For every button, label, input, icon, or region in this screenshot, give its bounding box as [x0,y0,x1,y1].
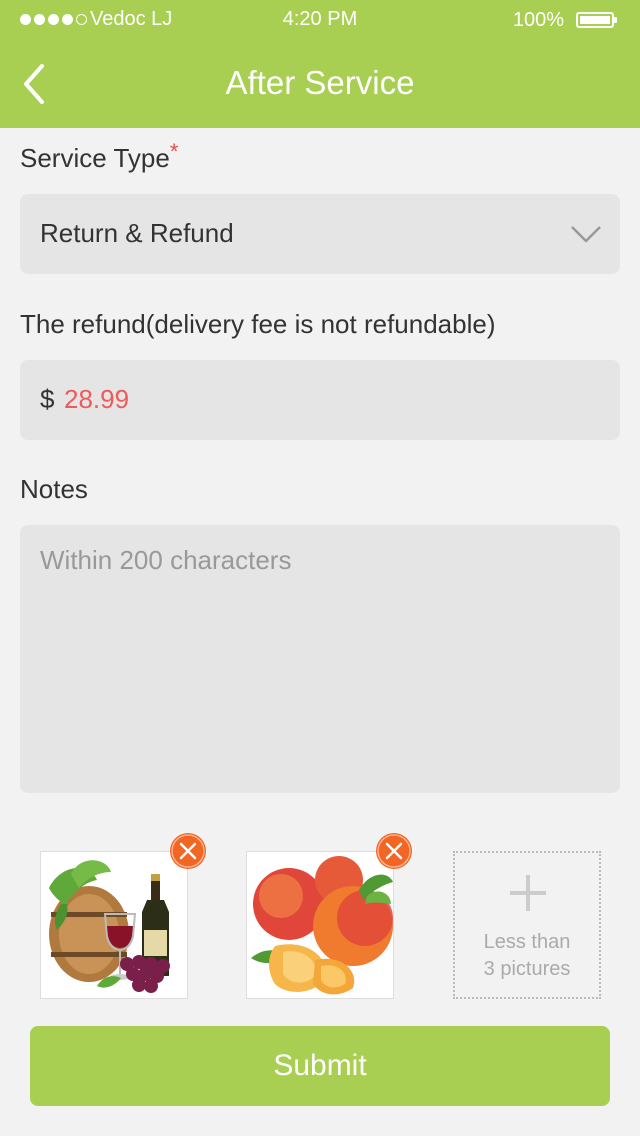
add-picture-button[interactable]: Less than 3 pictures [453,851,601,999]
peaches-image [247,852,393,998]
refund-amount: 28.99 [64,384,130,414]
refund-amount-field: $ 28.99 [20,360,620,440]
battery-percent: 100% [512,9,564,31]
after-service-screen: Vedoc LJ 4:20 PM 100% After Service Serv… [0,0,640,1136]
add-picture-hint-line1: Less than [483,931,571,953]
service-type-select[interactable]: Return & Refund [20,194,620,274]
page-title: After Service [225,64,415,101]
service-type-label-text: Service Type [20,143,170,173]
required-mark: * [169,139,179,164]
currency-symbol: $ [40,384,55,414]
service-type-value: Return & Refund [40,218,234,248]
remove-picture-button[interactable] [170,833,206,869]
notes-textarea[interactable]: Within 200 characters [20,525,620,793]
notes-label: Notes [20,474,88,504]
refund-label: The refund(delivery fee is not refundabl… [20,309,496,339]
service-type-label: Service Type* [20,139,178,174]
uploaded-picture-thumbnail[interactable] [246,851,394,999]
close-icon [171,834,205,868]
chevron-down-icon [571,226,601,243]
notes-placeholder: Within 200 characters [40,545,292,575]
wine-and-grapes-image [41,852,187,998]
battery-icon [576,12,617,28]
uploaded-picture-thumbnail[interactable] [40,851,188,999]
status-bar: Vedoc LJ 4:20 PM 100% [0,0,640,40]
add-picture-hint-line2: 3 pictures [483,958,571,980]
plus-icon [510,875,546,911]
header-bar: Vedoc LJ 4:20 PM 100% After Service [0,0,640,128]
add-picture-hint: Less than 3 pictures [455,929,599,983]
remove-picture-button[interactable] [376,833,412,869]
submit-button[interactable]: Submit [30,1026,610,1106]
close-icon [377,834,411,868]
